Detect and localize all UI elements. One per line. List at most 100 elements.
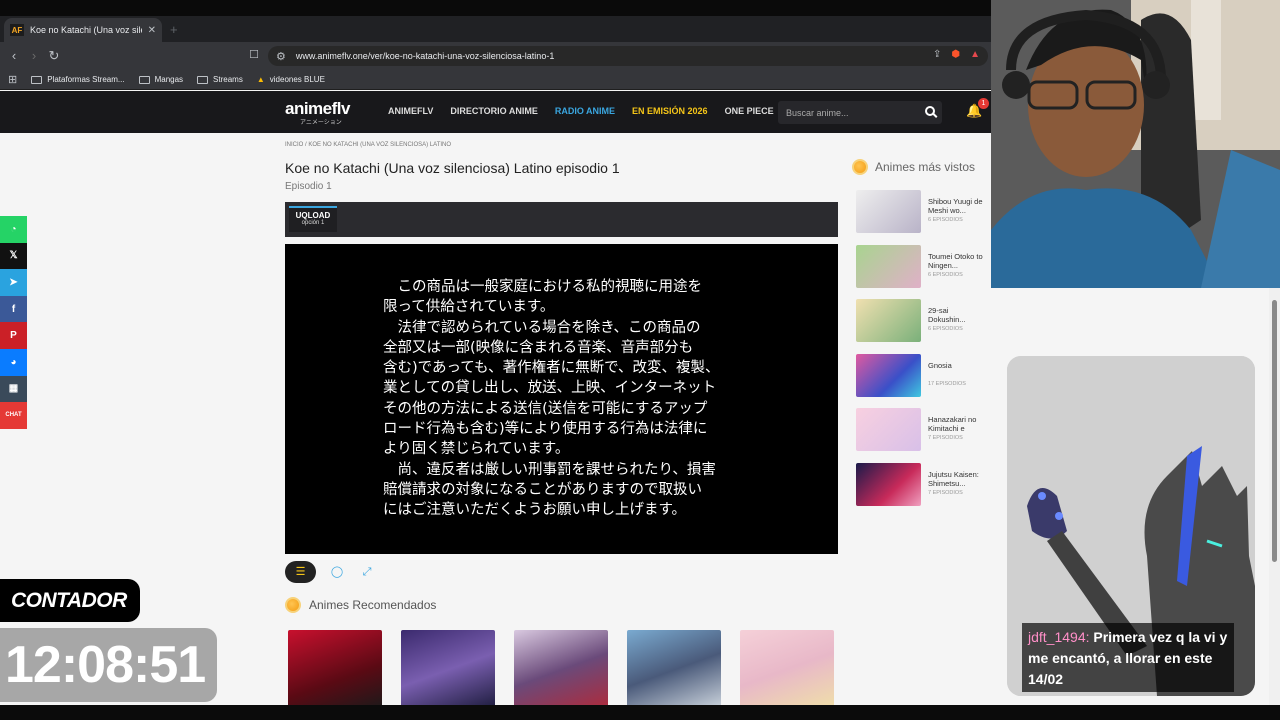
bookmark-label: Plataformas Stream...	[47, 75, 125, 84]
list-item[interactable]: Hanazakari no Kimitachi e 7 EPISODIOS	[856, 408, 986, 463]
anime-thumbnail	[856, 190, 921, 233]
folder-icon	[31, 75, 43, 84]
recommended-header: Animes Recomendados	[285, 597, 436, 613]
x-icon[interactable]: 𝕏	[0, 242, 27, 270]
list-item[interactable]: Toumei Otoko to Ningen... 6 EPISODIOS	[856, 244, 986, 300]
brave-rewards-icon[interactable]: ▲	[970, 49, 980, 60]
anime-thumbnail	[856, 462, 921, 506]
recommended-poster[interactable]	[740, 630, 834, 710]
bookmark-link[interactable]: ▲ videones BLUE	[257, 75, 325, 84]
site-info-icon[interactable]: ⚙	[276, 50, 286, 63]
logo-subtitle: アニメーション	[300, 120, 342, 126]
popular-list: Shibou Yuugi de Meshi wo... 6 EPISODIOS …	[856, 190, 986, 517]
reload-icon[interactable]: ↻	[46, 48, 62, 64]
anime-name: Jujutsu Kaisen: Shimetsu...	[928, 469, 979, 488]
anime-name: 29-sai Dokushin...	[928, 306, 966, 324]
url-field[interactable]: ⚙ www.animeflv.one/ver/koe-no-katachi-un…	[268, 46, 988, 66]
anime-episodes: 6 EPISODIOS	[928, 326, 963, 332]
search-icon[interactable]	[925, 106, 935, 116]
anime-name: Toumei Otoko to Ningen...	[928, 251, 983, 270]
search-input[interactable]	[778, 101, 918, 124]
notification-badge: 1	[978, 98, 989, 109]
anime-name: Hanazakari no Kimitachi e	[928, 415, 977, 433]
light-bulb-icon[interactable]: ◯	[328, 563, 346, 581]
facebook-icon[interactable]: f	[0, 295, 27, 323]
bottom-black-strip	[0, 705, 1280, 720]
scrollbar-thumb[interactable]	[1272, 300, 1277, 562]
notice-line: ロード行為も含む)等により使用する行為は法律に	[383, 421, 708, 438]
telegram-icon[interactable]: ➤	[0, 269, 27, 296]
folder-icon	[138, 75, 150, 84]
back-icon[interactable]: ‹	[6, 48, 22, 63]
notice-line: より固く禁じられています。	[383, 441, 570, 458]
bookmark-label: Mangas	[154, 75, 184, 84]
bookmark-folder[interactable]: Mangas	[138, 75, 184, 84]
tab-bar: AF Koe no Katachi (Una voz silencio ✕ +	[0, 16, 991, 42]
qr-code-icon[interactable]: ▦	[0, 375, 27, 403]
brave-shield-icon[interactable]: ⬢	[951, 49, 960, 60]
nav-animeflv[interactable]: ANIMEFLV	[388, 106, 433, 116]
recommended-list	[288, 630, 834, 710]
recommended-poster[interactable]	[288, 630, 382, 710]
bookmarks-bar: ⊞ Plataformas Stream... Mangas Streams ▲…	[0, 70, 991, 90]
anime-thumbnail	[856, 244, 921, 288]
list-item[interactable]: Jujutsu Kaisen: Shimetsu... 7 EPISODIOS	[856, 462, 986, 518]
apps-grid-icon[interactable]: ⊞	[8, 73, 17, 86]
bookmark-label: videones BLUE	[269, 75, 325, 84]
anime-thumbnail	[856, 408, 921, 451]
url-text: www.animeflv.one/ver/koe-no-katachi-una-…	[295, 51, 555, 61]
animeflv-favicon-icon: AF	[10, 24, 24, 36]
list-item[interactable]: Shibou Yuugi de Meshi wo... 6 EPISODIOS	[856, 190, 986, 245]
dragon-ball-icon	[285, 597, 301, 613]
site-logo[interactable]: animeflv	[285, 99, 350, 119]
omnibox-actions: ⇪ ⬢ ▲	[933, 49, 980, 60]
notice-line: この商品は一般家庭における私的視聴に用途を	[383, 279, 702, 295]
recommended-poster[interactable]	[514, 630, 608, 710]
anime-episodes: 17 EPISODIOS	[928, 380, 966, 387]
pinterest-icon[interactable]: P	[0, 322, 27, 349]
chat-button[interactable]: CHAT	[0, 402, 27, 429]
chat-message: jdft_1494: Primera vez q la vi y me enca…	[1022, 623, 1234, 692]
counter-label: CONTADOR	[0, 579, 140, 622]
recommended-poster[interactable]	[627, 630, 721, 710]
folder-icon	[197, 75, 209, 84]
nav-emision[interactable]: EN EMISIÓN 2026	[632, 106, 708, 116]
bookmark-folder[interactable]: Streams	[197, 75, 243, 84]
list-item[interactable]: Gnosia 17 EPISODIOS	[856, 353, 986, 409]
close-icon[interactable]: ✕	[148, 25, 156, 36]
video-player[interactable]: この商品は一般家庭における私的視聴に用途を 限って供給されています。 法律で認め…	[285, 244, 838, 554]
episode-list-icon[interactable]: ☰	[285, 561, 316, 583]
notice-line: その他の方法による送信(送信を可能にするアップ	[383, 400, 708, 417]
bookmark-folder[interactable]: Plataformas Stream...	[31, 75, 125, 84]
breadcrumb[interactable]: INICIO / KOE NO KATACHI (UNA VOZ SILENCI…	[285, 142, 451, 148]
share-bar: ◔ 𝕏 ➤ f P ◕ ▦ CHAT	[0, 216, 27, 429]
server-name: UQLOAD	[295, 211, 331, 220]
whatsapp-icon[interactable]: ◔	[0, 216, 27, 243]
anime-episodes: 7 EPISODIOS	[928, 489, 963, 496]
messenger-icon[interactable]: ◕	[0, 348, 27, 376]
server-tabs: UQLOAD opción 1	[285, 202, 838, 237]
new-tab-icon[interactable]: +	[170, 22, 178, 37]
anime-episodes: 6 EPISODIOS	[928, 217, 963, 223]
expand-icon[interactable]: ⤢	[358, 563, 376, 581]
recommended-poster[interactable]	[401, 630, 495, 710]
recommended-title: Animes Recomendados	[309, 598, 437, 612]
anime-episodes: 7 EPISODIOS	[928, 435, 963, 441]
notice-line: 賠償請求の対象になることがありますので取扱い	[383, 481, 702, 498]
list-item[interactable]: 29-sai Dokushin... 6 EPISODIOS	[856, 299, 986, 354]
screen: AF Koe no Katachi (Una voz silencio ✕ + …	[0, 0, 1280, 720]
anime-thumbnail	[856, 353, 921, 397]
tab-active[interactable]: AF Koe no Katachi (Una voz silencio ✕	[4, 18, 162, 42]
notice-line: にはご注意いただくようお願い申し上げます。	[383, 502, 687, 519]
drive-icon: ▲	[256, 75, 265, 84]
nav-radio[interactable]: RADIO ANIME	[555, 106, 615, 116]
timer-display: 12:08:51	[0, 628, 217, 702]
forward-icon[interactable]: ›	[26, 48, 42, 63]
main-nav: ANIMEFLV DIRECTORIO ANIME RADIO ANIME EN…	[388, 106, 774, 116]
nav-directorio[interactable]: DIRECTORIO ANIME	[450, 106, 538, 116]
bookmark-star-icon[interactable]: ☐	[246, 48, 262, 61]
bookmark-label: Streams	[213, 75, 243, 84]
nav-one-piece[interactable]: ONE PIECE	[725, 106, 774, 116]
server-option-button[interactable]: UQLOAD opción 1	[289, 206, 337, 232]
share-page-icon[interactable]: ⇪	[933, 49, 941, 60]
